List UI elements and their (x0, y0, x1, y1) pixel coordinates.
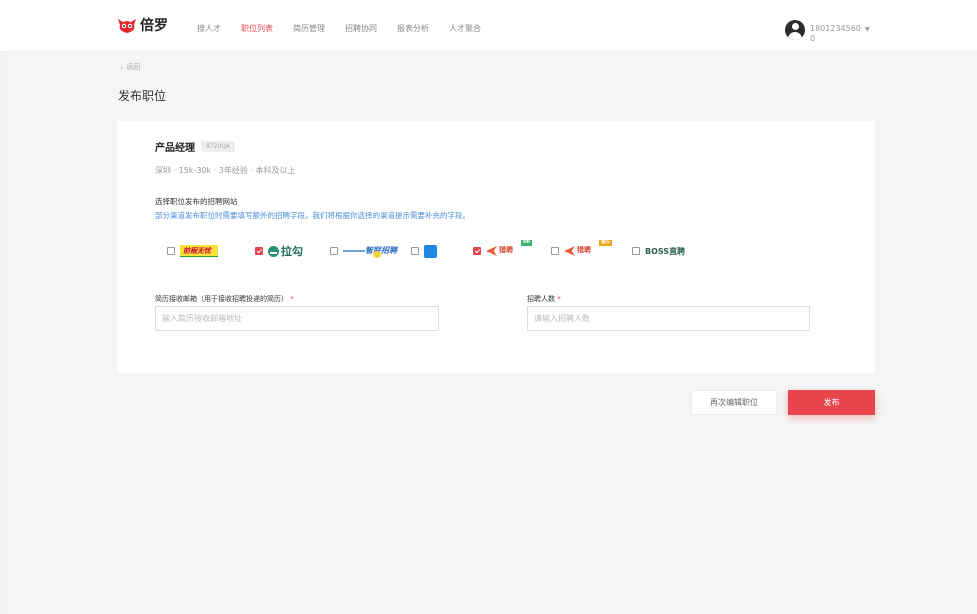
channel-lagou[interactable]: 拉勾 (255, 242, 303, 260)
user-avatar-icon[interactable] (785, 20, 805, 40)
brand-name: 倍罗 (140, 18, 168, 34)
email-label-text: 简历接收邮箱（用于接收招聘投递的简历） (155, 295, 288, 303)
nav-item-recruit-collab[interactable]: 招聘协同 (345, 24, 377, 34)
main-nav: 搜人才 职位列表 简历管理 招聘协同 报表分析 人才聚合 (197, 24, 501, 34)
channel-checkbox[interactable] (167, 247, 175, 255)
top-bar: 倍罗 搜人才 职位列表 简历管理 招聘协同 报表分析 人才聚合 18012345… (0, 0, 977, 51)
count-label-text: 招聘人数 (527, 295, 555, 303)
blue-channel-logo-icon (424, 244, 437, 258)
required-mark: * (557, 295, 561, 303)
channel-liepin-hr[interactable]: 猎聘 HR (473, 240, 533, 260)
hr-badge: HR (521, 240, 533, 246)
job-code-badge: 8720QA (201, 141, 236, 152)
channel-checkbox[interactable] (411, 247, 419, 255)
publish-form-card: 产品经理 8720QA 深圳 · 15k-30k · 3年经验 · 本科及以上 … (117, 121, 875, 373)
channel-checkbox[interactable] (330, 247, 338, 255)
liepin-logo-text: 猎聘 (499, 246, 513, 254)
liepin-logo-icon: 猎聘 猎头 (564, 240, 612, 258)
liepin-logo-text: 猎聘 (577, 246, 591, 254)
job-title: 产品经理 (155, 143, 195, 154)
channels-title: 选择职位发布的招聘网站 (155, 197, 238, 206)
channel-boss[interactable]: BOSS直聘 (632, 242, 685, 260)
email-input[interactable] (155, 306, 439, 331)
nav-item-reports[interactable]: 报表分析 (397, 24, 429, 34)
liepin-logo-icon: 猎聘 HR (486, 240, 533, 258)
re-edit-job-button[interactable]: 再次编辑职位 (691, 390, 777, 415)
hiring-count-input[interactable] (527, 306, 810, 331)
zhilian-logo-icon: 智联招聘 (343, 245, 399, 258)
owl-logo-icon (118, 19, 136, 33)
lagou-mark-icon (268, 245, 279, 257)
channel-liepin-hunter[interactable]: 猎聘 猎头 (551, 240, 612, 260)
channel-checkbox[interactable] (255, 247, 263, 255)
user-name[interactable]: 18012345600 (810, 24, 862, 44)
51job-logo-icon: 前程无忧 (180, 245, 218, 257)
channel-51job[interactable]: 前程无忧 (167, 242, 218, 260)
page-title: 发布职位 (118, 89, 167, 103)
email-field-label: 简历接收邮箱（用于接收招聘投递的简历） * (155, 294, 294, 304)
required-mark: * (290, 295, 294, 303)
nav-item-resume-management[interactable]: 简历管理 (293, 24, 325, 34)
hunter-badge: 猎头 (599, 240, 612, 246)
channel-blue[interactable] (411, 242, 437, 260)
job-meta: 深圳 · 15k-30k · 3年经验 · 本科及以上 (155, 166, 296, 175)
job-header: 产品经理 8720QA (155, 139, 236, 154)
channel-checkbox[interactable] (551, 247, 559, 255)
channel-zhilian[interactable]: 智联招聘 (330, 242, 399, 260)
count-field-label: 招聘人数 * (527, 294, 561, 304)
channel-checkbox[interactable] (473, 247, 481, 255)
lagou-logo-text: 拉勾 (281, 245, 303, 258)
back-link[interactable]: ‹ 返回 (120, 62, 140, 72)
nav-item-talent-aggregation[interactable]: 人才聚合 (449, 24, 481, 34)
channels-description: 部分渠道发布职位时需要填写额外的招聘字段，我们将根据你选择的渠道提示需要补充的字… (155, 211, 470, 220)
zhilian-logo-text: 智联招聘 (365, 246, 397, 255)
chevron-left-icon: ‹ (120, 62, 124, 72)
nav-item-job-list[interactable]: 职位列表 (241, 24, 273, 34)
brand-logo[interactable]: 倍罗 (118, 19, 168, 33)
channel-list: 前程无忧 拉勾 智联招聘 猎聘 HR 猎聘 猎头 BOSS直聘 (167, 240, 727, 262)
user-menu[interactable]: 18012345600 ▼ (785, 20, 870, 44)
boss-logo-icon: BOSS直聘 (645, 246, 686, 256)
channel-checkbox[interactable] (632, 247, 640, 255)
lagou-logo-icon: 拉勾 (268, 244, 303, 258)
publish-button[interactable]: 发布 (788, 390, 875, 415)
caret-down-icon[interactable]: ▼ (865, 26, 870, 33)
back-label: 返回 (126, 63, 141, 71)
nav-item-talent-search[interactable]: 搜人才 (197, 24, 221, 34)
